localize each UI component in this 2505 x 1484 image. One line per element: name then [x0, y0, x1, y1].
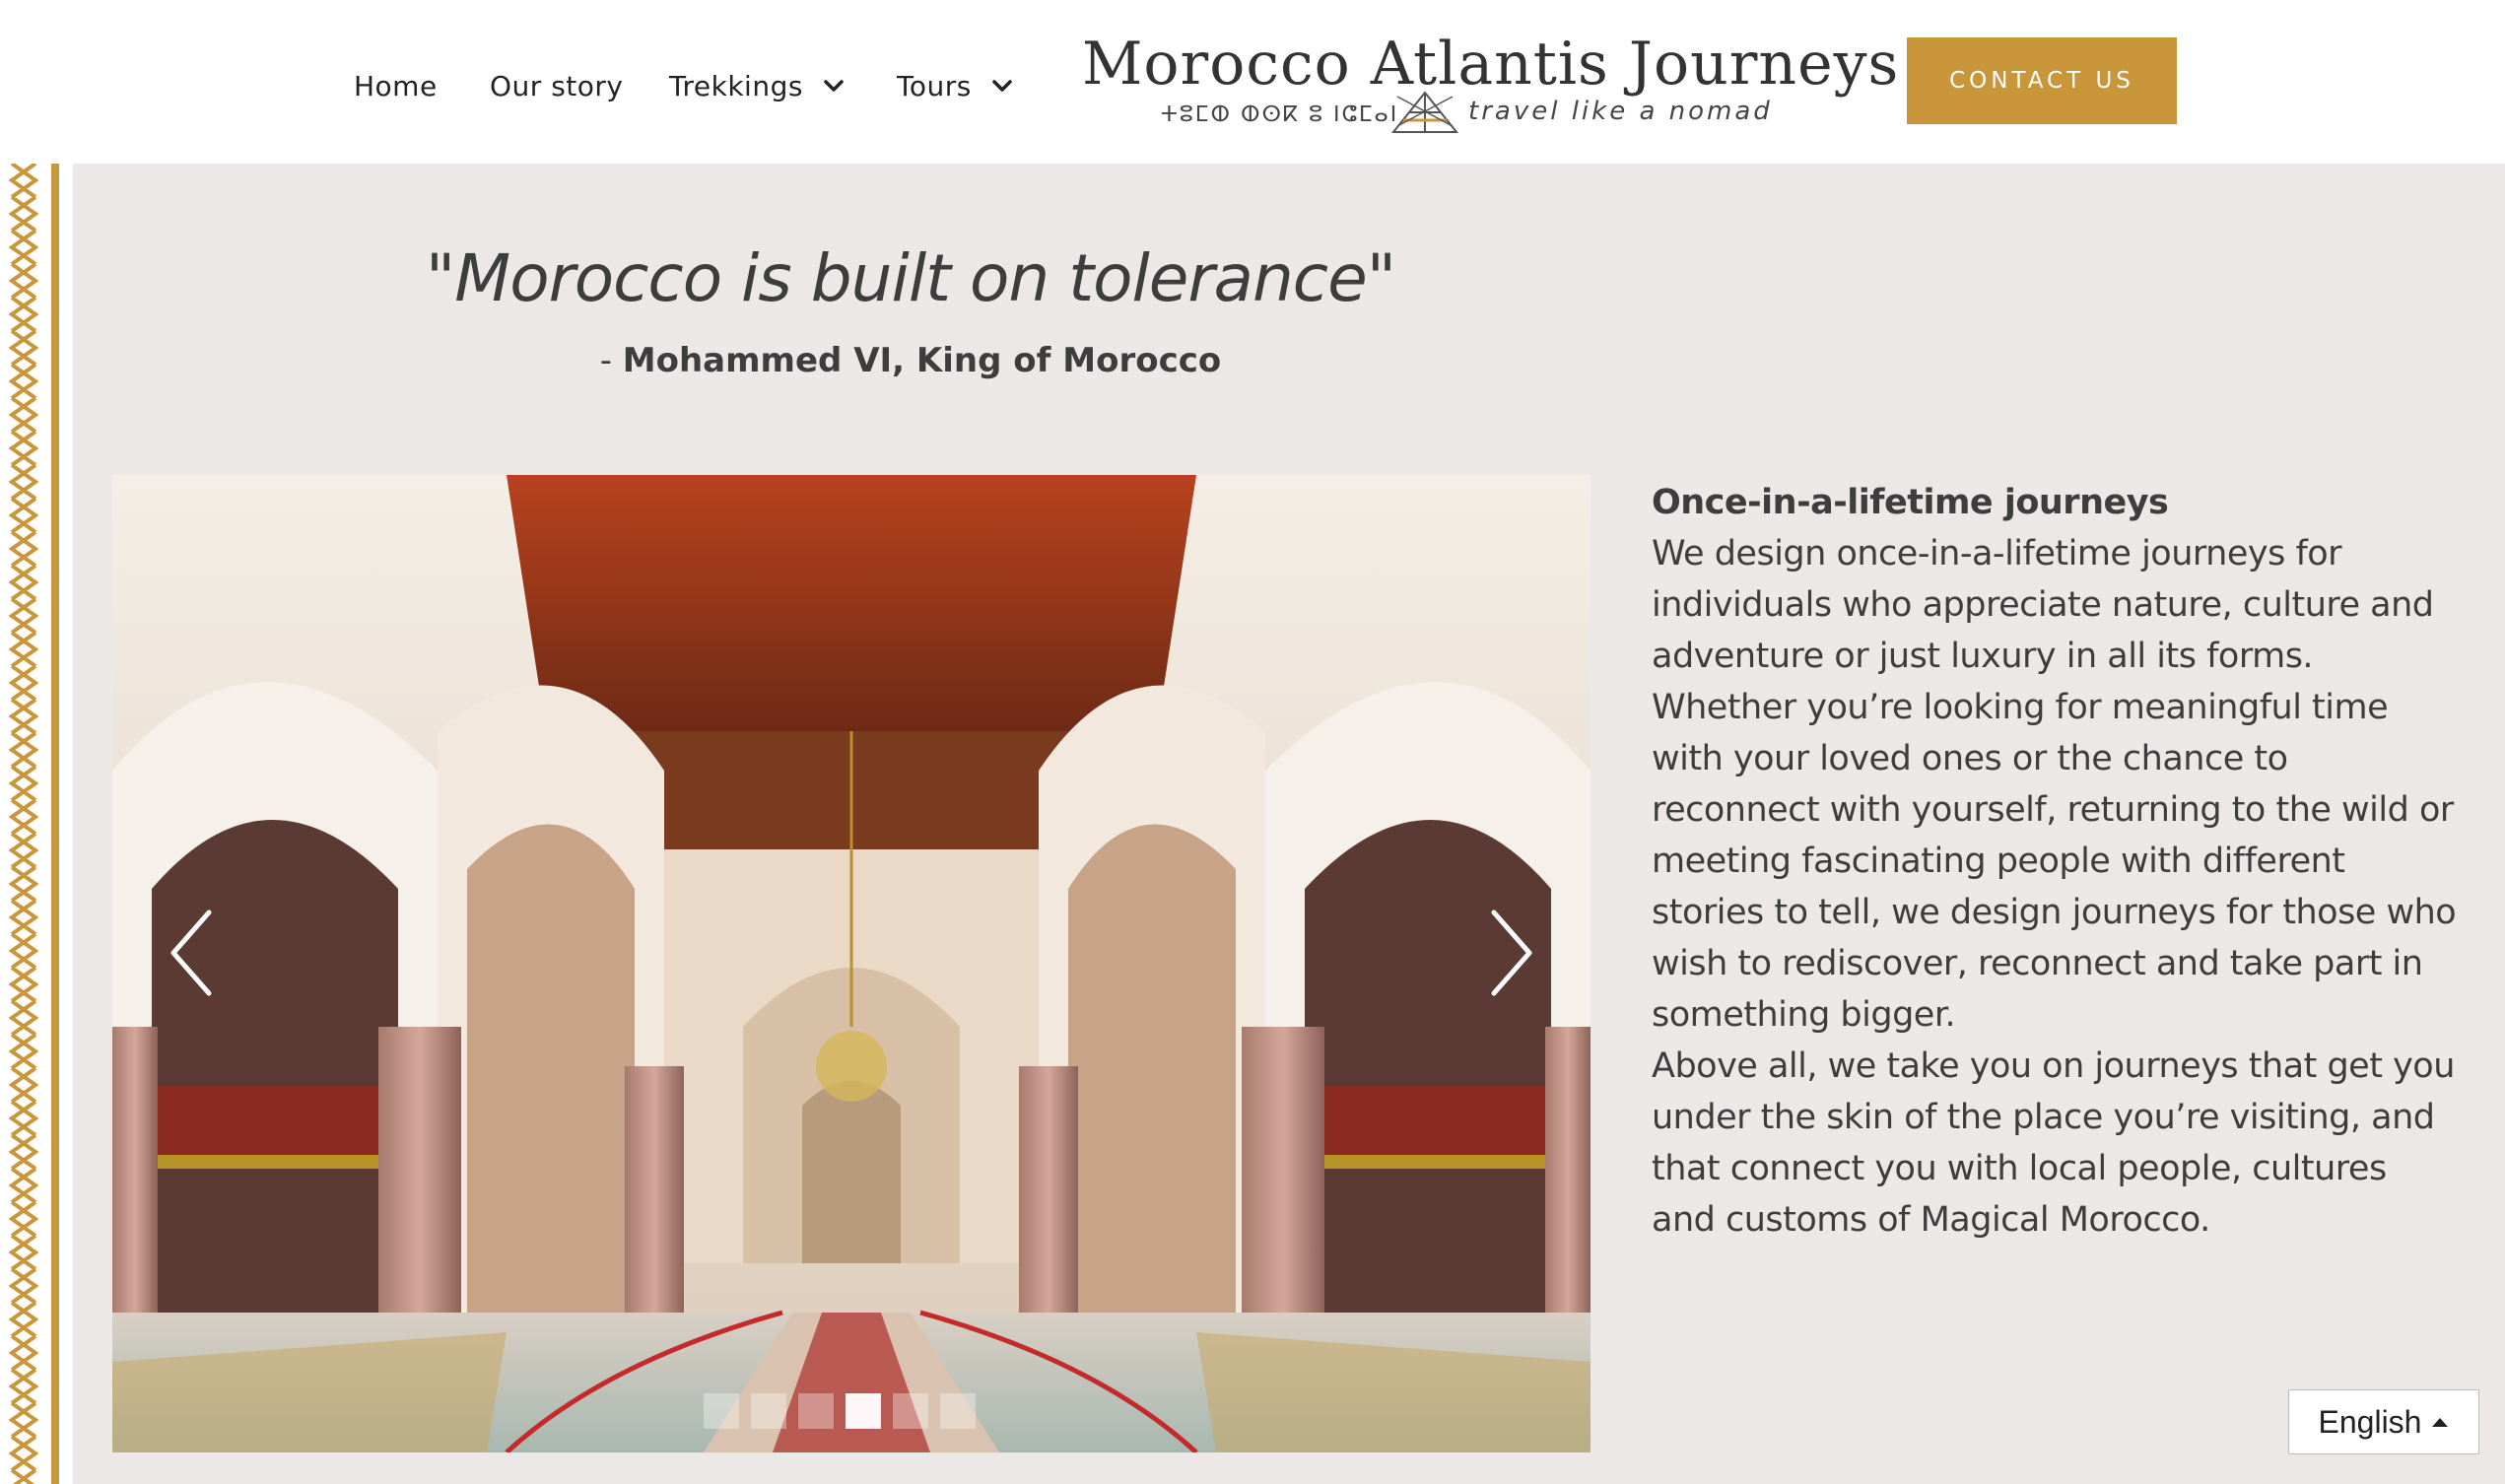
contact-us-button[interactable]: CONTACT US	[1907, 37, 2177, 124]
slider-dot[interactable]	[798, 1393, 834, 1429]
intro-text: Once-in-a-lifetime journeys We design on…	[1652, 477, 2460, 1246]
decorative-border	[0, 164, 73, 1484]
nav-trekkings-label: Trekkings	[669, 69, 803, 102]
nav-our-story-label: Our story	[490, 69, 624, 102]
caret-up-icon	[2432, 1418, 2449, 1427]
slider-dot[interactable]	[751, 1393, 786, 1429]
slider-dot[interactable]	[846, 1393, 881, 1429]
slide-image	[112, 475, 1591, 1452]
chevron-right-icon[interactable]	[1482, 899, 1541, 1007]
quote-dash: -	[599, 341, 623, 380]
quote-author-name: Mohammed VI, King of Morocco	[622, 341, 1222, 380]
nav-trekkings[interactable]: Trekkings	[669, 61, 845, 110]
intro-heading: Once-in-a-lifetime journeys	[1652, 483, 2169, 522]
chevron-down-icon	[992, 80, 1012, 92]
intro-paragraph-2: Above all, we take you on journeys that …	[1652, 1046, 2455, 1240]
slider-dot[interactable]	[940, 1393, 976, 1429]
image-slider[interactable]	[112, 475, 1591, 1452]
tent-mark-icon	[1390, 91, 1459, 133]
main-section: "Morocco is built on tolerance" - Mohamm…	[73, 164, 2505, 1484]
nav-home[interactable]: Home	[354, 61, 438, 110]
nav-tours-label: Tours	[897, 69, 972, 102]
nav-tours[interactable]: Tours	[897, 61, 1013, 110]
slider-dots	[704, 1393, 976, 1433]
chevron-left-icon[interactable]	[162, 899, 221, 1007]
nav-our-story[interactable]: Our story	[490, 61, 623, 110]
nav-home-label: Home	[354, 69, 438, 102]
logo-tifinagh-text: ⵜⵓⵎⵀ ⵀⵙⴽ ⵓ ⵏⵛⵎⴰⵏ	[1161, 102, 1399, 127]
site-logo[interactable]: Morocco Atlantis Journeys ⵜⵓⵎⵀ ⵀⵙⴽ ⵓ ⵏⵛⵎ…	[1082, 22, 1898, 140]
intro-paragraph-1: We design once-in-a-lifetime journeys fo…	[1652, 534, 2457, 1035]
language-selected-label: English	[2318, 1403, 2422, 1440]
slider-dot[interactable]	[893, 1393, 928, 1429]
quote-author: - Mohammed VI, King of Morocco	[73, 341, 1748, 380]
logo-tagline: travel like a nomad	[1468, 97, 1773, 126]
slider-dot[interactable]	[704, 1393, 739, 1429]
quote-text: "Morocco is built on tolerance"	[425, 240, 1396, 316]
site-header: Home Our story Trekkings Tours Morocco A…	[0, 0, 2505, 164]
chevron-down-icon	[824, 80, 844, 92]
language-selector[interactable]: English	[2288, 1389, 2479, 1454]
